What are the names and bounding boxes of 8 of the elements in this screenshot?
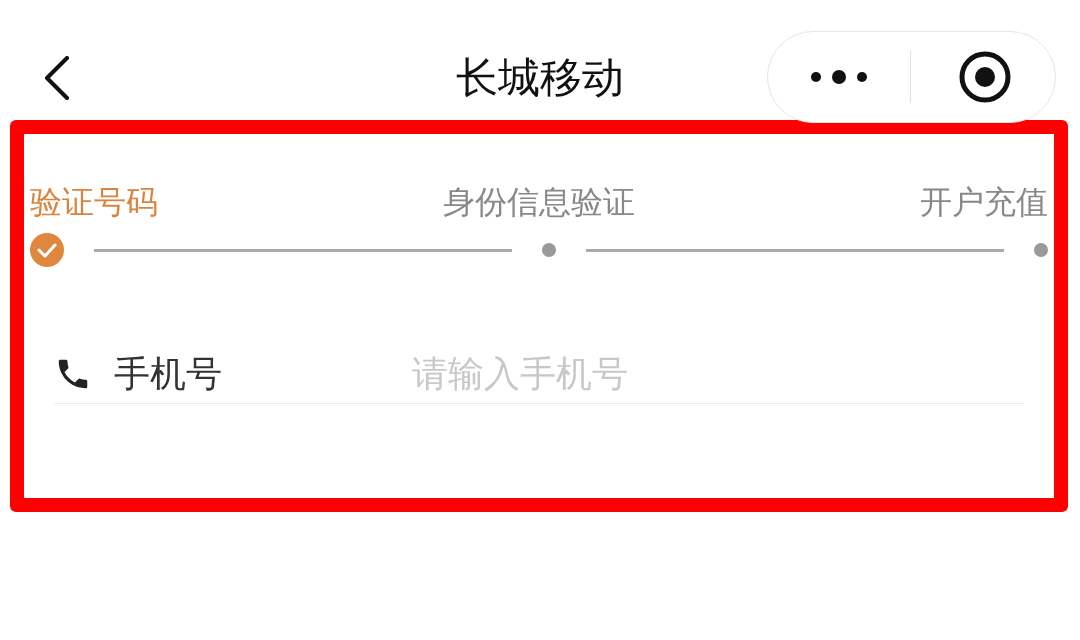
more-icon[interactable] — [810, 70, 868, 84]
step-label: 验证号码 — [30, 182, 158, 222]
field-label: 手机号 — [114, 351, 223, 396]
page-title: 长城移动 — [456, 52, 624, 104]
back-icon[interactable] — [44, 56, 70, 100]
step-label: 开户充值 — [920, 182, 1048, 222]
step-label: 身份信息验证 — [443, 182, 635, 222]
close-target-icon[interactable] — [958, 50, 1012, 104]
